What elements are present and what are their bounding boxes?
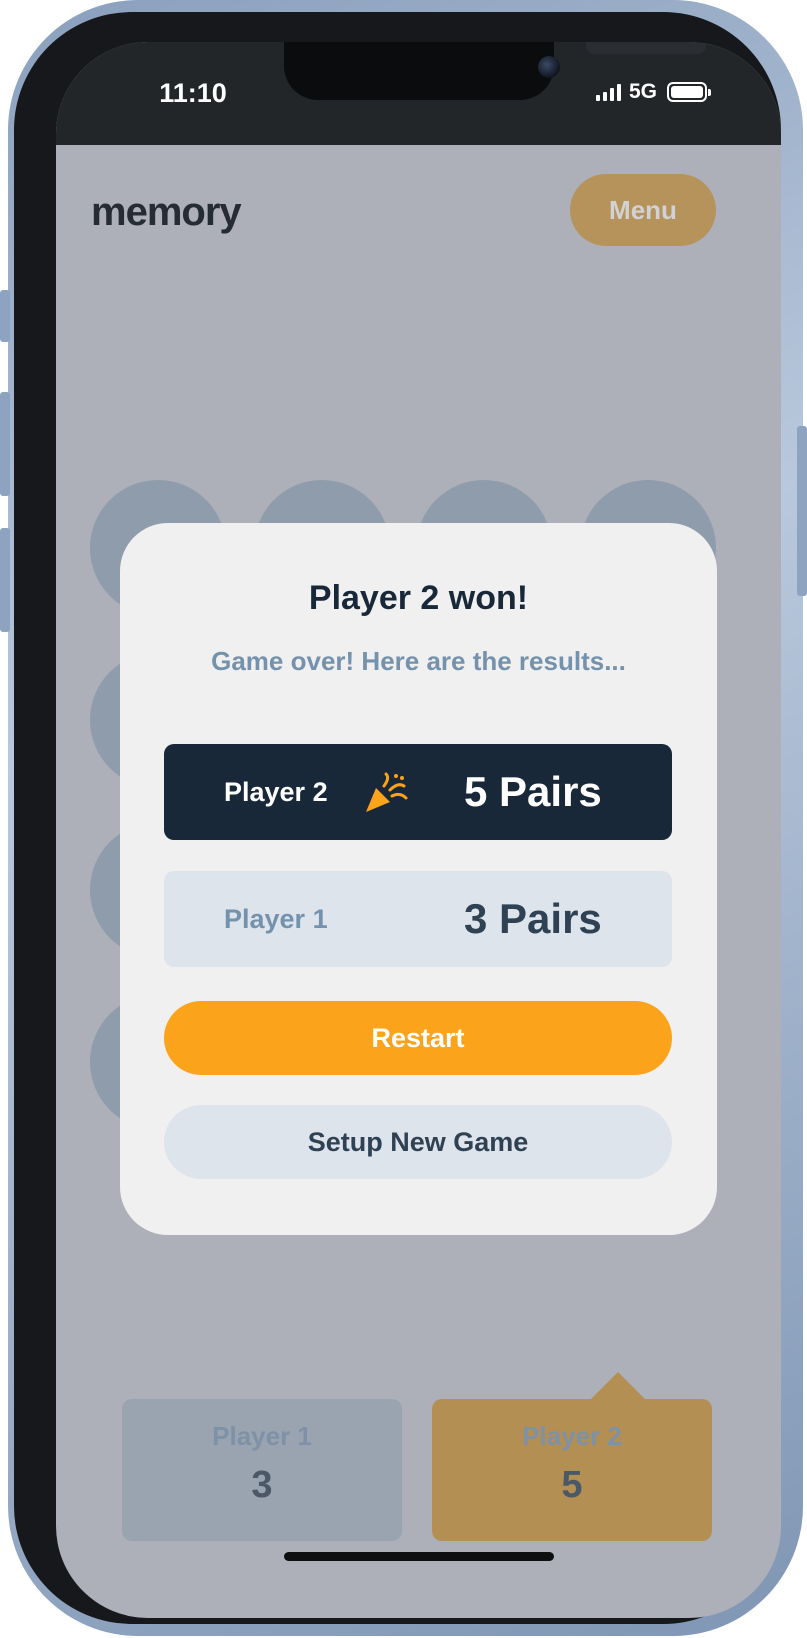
network-label: 5G [629, 80, 658, 103]
app-logo: memory [91, 190, 242, 234]
menu-button[interactable]: Menu [570, 174, 716, 246]
scoreboard-player-score: 5 [561, 1464, 583, 1506]
volume-up-button [0, 392, 10, 496]
status-time: 11:10 [159, 78, 227, 108]
status-icons: 5G [596, 80, 712, 104]
scoreboard-player-1: Player 1 3 [122, 1399, 402, 1541]
restart-button[interactable]: Restart [164, 1001, 672, 1075]
result-player-name: Player 1 [224, 904, 328, 934]
speaker-grille [586, 42, 706, 54]
setup-new-game-button[interactable]: Setup New Game [164, 1105, 672, 1179]
scoreboard-player-name: Player 2 [522, 1421, 622, 1451]
result-pairs: 5 Pairs [464, 768, 602, 815]
phone-bezel: 11:10 5G memory Menu Player 1 3 Player 2… [14, 12, 781, 1624]
volume-down-button [0, 528, 10, 632]
screen: 11:10 5G memory Menu Player 1 3 Player 2… [56, 42, 781, 1618]
party-popper-icon [366, 772, 408, 812]
results-modal: Player 2 won! Game over! Here are the re… [120, 523, 717, 1235]
scoreboard-player-score: 3 [251, 1464, 273, 1506]
result-pairs: 3 Pairs [464, 895, 602, 942]
notch [284, 42, 706, 100]
signal-icon [596, 83, 621, 101]
modal-subtitle: Game over! Here are the results... [211, 646, 626, 676]
battery-icon [667, 82, 712, 102]
result-row: Player 1 3 Pairs [164, 871, 672, 967]
power-button [797, 426, 807, 596]
silent-switch [0, 290, 10, 342]
current-turn-pointer [590, 1372, 646, 1400]
scoreboard-player-name: Player 1 [212, 1421, 312, 1451]
home-indicator[interactable] [284, 1552, 554, 1561]
camera-icon [538, 56, 560, 78]
modal-title: Player 2 won! [308, 579, 529, 617]
scoreboard-player-2: Player 2 5 [432, 1399, 712, 1541]
result-player-name: Player 2 [224, 777, 328, 807]
result-row-winner: Player 2 5 Pairs [164, 744, 672, 840]
